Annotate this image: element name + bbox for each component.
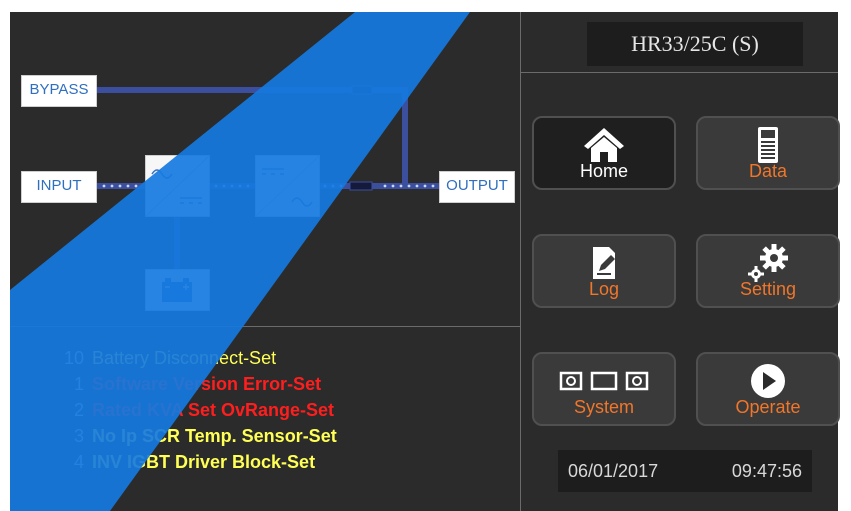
alarm-item: 4 INV IGBT Driver Block-Set [40, 449, 520, 475]
alarm-text: Battery Disconnect-Set [92, 348, 277, 368]
alarm-text: Rated KVA Set OvRange-Set [92, 400, 335, 420]
system-button[interactable]: System [532, 352, 676, 426]
alarm-number: 3 [73, 426, 84, 446]
alarm-list: 10 Battery Disconnect-Set 1 Software Versi… [40, 345, 520, 475]
setting-label: Setting [739, 279, 797, 299]
alarm-text: Software Version Error-Set [92, 374, 322, 394]
battery-icon [162, 278, 192, 302]
left-divider [10, 326, 520, 327]
bypass-label: BYPASS [21, 75, 97, 107]
log-icon [534, 242, 674, 284]
system-icon [534, 360, 674, 402]
system-label: System [573, 397, 634, 417]
home-button[interactable]: Home [532, 116, 676, 190]
time-text: 09:47:56 [731, 461, 802, 481]
inverter-icon [255, 155, 320, 217]
right-divider [521, 72, 838, 73]
alarm-number: 10 [63, 348, 84, 368]
inverter-block [255, 155, 320, 217]
alarm-item: 3 No Ip SCR Temp. Sensor-Set [40, 423, 520, 449]
gear-icon [698, 242, 838, 284]
battery-block [145, 269, 210, 311]
datetime-display: 06/01/2017 09:47:56 [558, 450, 812, 492]
play-icon [698, 360, 838, 402]
alarm-number: 1 [73, 374, 84, 394]
setting-button[interactable]: Setting [696, 234, 840, 308]
model-title: HR33/25C (S) [587, 22, 803, 66]
home-icon [534, 124, 674, 166]
static-switch [349, 181, 373, 191]
log-label: Log [588, 279, 620, 299]
date-text: 06/01/2017 [568, 461, 659, 481]
alarm-text: No Ip SCR Temp. Sensor-Set [92, 426, 337, 446]
data-button[interactable]: Data [696, 116, 840, 190]
device-icon [698, 124, 838, 166]
operate-button[interactable]: Operate [696, 352, 840, 426]
bypass-switch [351, 85, 373, 95]
alarm-number: 4 [73, 452, 84, 472]
alarm-item: 2 Rated KVA Set OvRange-Set [40, 397, 520, 423]
operate-label: Operate [735, 397, 801, 417]
data-label: Data [748, 161, 788, 181]
output-label: OUTPUT [439, 171, 515, 203]
log-button[interactable]: Log [532, 234, 676, 308]
input-label: INPUT [21, 171, 97, 203]
vertical-divider [520, 12, 521, 511]
rectifier-icon [145, 155, 210, 217]
alarm-number: 2 [73, 400, 84, 420]
alarm-item: 1 Software Version Error-Set [40, 371, 520, 397]
rectifier-block [145, 155, 210, 217]
home-label: Home [579, 161, 628, 181]
alarm-text: INV IGBT Driver Block-Set [92, 452, 316, 472]
alarm-item: 10 Battery Disconnect-Set [40, 345, 520, 371]
